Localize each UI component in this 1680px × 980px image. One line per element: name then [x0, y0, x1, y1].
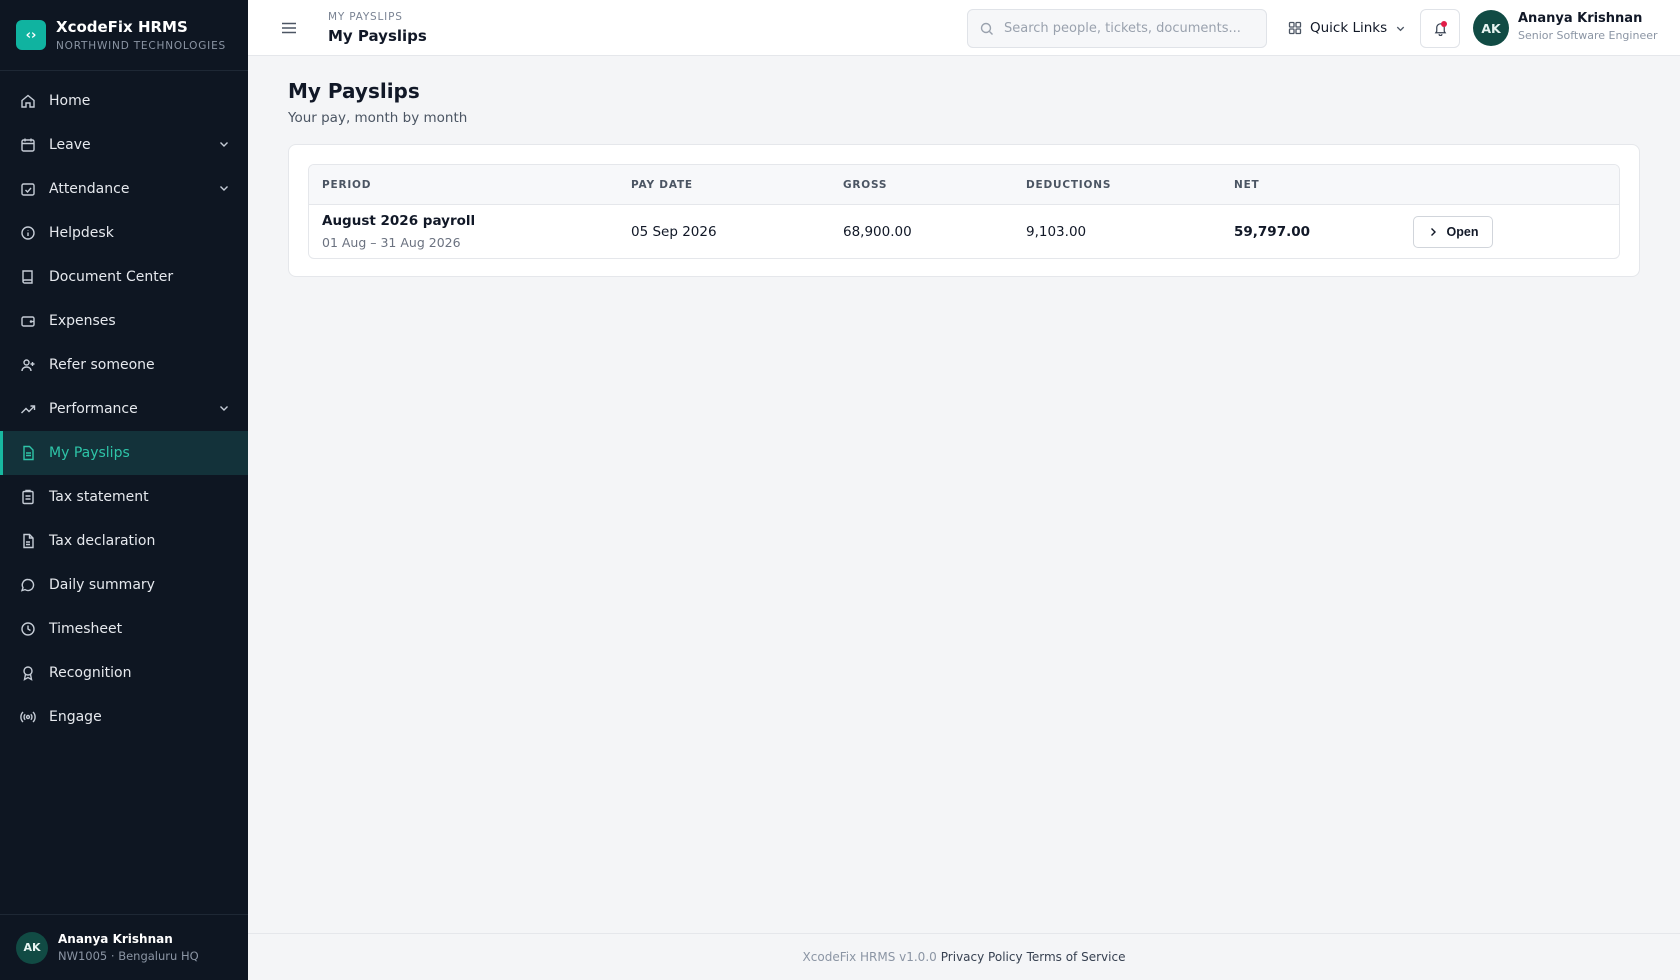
column-header-gross: GROSS [843, 179, 888, 191]
sidebar-item-label: Daily summary [49, 577, 155, 593]
chevron-down-icon [1396, 26, 1405, 31]
page-subtitle: Your pay, month by month [288, 110, 468, 126]
sidebar-user-name: Ananya Krishnan [58, 932, 173, 946]
brand-logo-icon: ‹› [16, 20, 46, 50]
column-header-period: PERIOD [322, 179, 372, 191]
sidebar-item-refer-someone[interactable]: Refer someone [0, 343, 248, 387]
sidebar-item-label: Tax statement [49, 489, 149, 505]
quick-links-label: Quick Links [1310, 20, 1388, 36]
avatar[interactable]: AK [1473, 10, 1509, 46]
period-range: 01 Aug – 31 Aug 2026 [322, 235, 461, 250]
sidebar-item-label: Tax declaration [49, 533, 156, 549]
sidebar-item-label: Document Center [49, 269, 174, 285]
sidebar-item-daily-summary[interactable]: Daily summary [0, 563, 248, 607]
chevron-down-icon[interactable] [218, 402, 230, 414]
column-header-deductions: DEDUCTIONS [1026, 179, 1112, 191]
search-input[interactable] [1004, 21, 1244, 36]
grid-icon [1288, 21, 1302, 35]
notification-dot [1441, 21, 1447, 27]
chevron-down-icon[interactable] [218, 182, 230, 194]
info-icon [20, 225, 36, 241]
sidebar-item-home[interactable]: Home [0, 79, 248, 123]
sidebar-item-label: Performance [49, 401, 138, 417]
sidebar-item-label: Expenses [49, 313, 116, 329]
page-title: My Payslips [288, 79, 420, 103]
clipboard-icon [20, 489, 36, 505]
sidebar-item-label: Timesheet [49, 621, 123, 637]
sidebar-item-timesheet[interactable]: Timesheet [0, 607, 248, 651]
broadcast-icon [20, 709, 36, 725]
sidebar-item-label: My Payslips [49, 445, 130, 461]
sidebar-user-profile[interactable]: AK Ananya Krishnan NW1005 · Bengaluru HQ [0, 914, 248, 980]
gross-amount: 68,900.00 [843, 224, 912, 240]
table-row: August 2026 payroll 01 Aug – 31 Aug 2026… [309, 205, 1619, 258]
sidebar-user-meta: NW1005 · Bengaluru HQ [58, 949, 199, 963]
sidebar-item-attendance[interactable]: Attendance [0, 167, 248, 211]
period-name: August 2026 payroll [322, 213, 476, 229]
sidebar-item-label: Attendance [49, 181, 130, 197]
sidebar-nav: Home Leave Attendance Helpdesk Document … [0, 71, 248, 739]
brand-org: NORTHWIND TECHNOLOGIES [56, 40, 226, 52]
sidebar-item-expenses[interactable]: Expenses [0, 299, 248, 343]
top-bar: MY PAYSLIPS My Payslips Quick Links AK A… [248, 0, 1680, 56]
sidebar-item-helpdesk[interactable]: Helpdesk [0, 211, 248, 255]
search-icon [980, 22, 993, 35]
net-amount: 59,797.00 [1234, 224, 1311, 240]
calendar-icon [20, 137, 36, 153]
column-header-net: NET [1234, 179, 1260, 191]
calendar-check-icon [20, 181, 36, 197]
app-version: XcodeFix HRMS v1.0.0 [802, 950, 937, 964]
file-text-icon [20, 445, 36, 461]
award-icon [20, 665, 36, 681]
sidebar-item-label: Refer someone [49, 357, 155, 373]
sidebar-item-leave[interactable]: Leave [0, 123, 248, 167]
trending-up-icon [20, 401, 36, 417]
home-icon [20, 93, 36, 109]
chevron-right-icon [1430, 228, 1436, 236]
avatar: AK [16, 931, 48, 964]
chat-icon [20, 577, 36, 593]
payslips-table: PERIOD PAY DATE GROSS DEDUCTIONS NET Aug… [308, 164, 1620, 259]
sidebar-item-label: Recognition [49, 665, 132, 681]
user-role: Senior Software Engineer [1518, 29, 1658, 42]
payslips-card: PERIOD PAY DATE GROSS DEDUCTIONS NET Aug… [288, 144, 1640, 277]
column-header-pay-date: PAY DATE [631, 179, 693, 191]
notifications-button[interactable] [1420, 9, 1460, 48]
deductions-amount: 9,103.00 [1026, 224, 1087, 240]
user-menu[interactable]: Ananya Krishnan Senior Software Engineer [1518, 11, 1658, 42]
terms-of-service-link[interactable]: Terms of Service [1027, 950, 1126, 964]
sidebar-item-label: Leave [49, 137, 91, 153]
sidebar-item-engage[interactable]: Engage [0, 695, 248, 739]
open-button-label: Open [1446, 225, 1479, 239]
pay-date: 05 Sep 2026 [631, 224, 717, 240]
footer: XcodeFix HRMS v1.0.0 Privacy Policy Term… [248, 933, 1680, 980]
sidebar-item-label: Engage [49, 709, 102, 725]
chevron-down-icon[interactable] [218, 138, 230, 150]
sidebar-item-my-payslips[interactable]: My Payslips [0, 431, 248, 475]
user-name: Ananya Krishnan [1518, 11, 1643, 26]
table-header: PERIOD PAY DATE GROSS DEDUCTIONS NET [309, 165, 1619, 205]
clock-icon [20, 621, 36, 637]
sidebar: ‹› XcodeFix HRMS NORTHWIND TECHNOLOGIES … [0, 0, 248, 980]
sidebar-item-tax-statement[interactable]: Tax statement [0, 475, 248, 519]
menu-icon[interactable] [280, 19, 298, 37]
header-title: My Payslips [328, 27, 427, 45]
sidebar-item-document-center[interactable]: Document Center [0, 255, 248, 299]
quick-links-button[interactable]: Quick Links [1288, 17, 1406, 39]
privacy-policy-link[interactable]: Privacy Policy [941, 950, 1023, 964]
brand[interactable]: ‹› XcodeFix HRMS NORTHWIND TECHNOLOGIES [0, 0, 248, 71]
sidebar-item-tax-declaration[interactable]: Tax declaration [0, 519, 248, 563]
file-icon [20, 533, 36, 549]
open-payslip-button[interactable]: Open [1413, 216, 1493, 248]
sidebar-item-performance[interactable]: Performance [0, 387, 248, 431]
sidebar-item-label: Home [49, 93, 91, 109]
book-icon [20, 269, 36, 285]
search-box[interactable] [967, 9, 1267, 48]
brand-name: XcodeFix HRMS [56, 18, 188, 36]
breadcrumb: MY PAYSLIPS [328, 11, 403, 23]
sidebar-item-label: Helpdesk [49, 225, 114, 241]
sidebar-item-recognition[interactable]: Recognition [0, 651, 248, 695]
wallet-icon [20, 313, 36, 329]
user-plus-icon [20, 357, 36, 373]
